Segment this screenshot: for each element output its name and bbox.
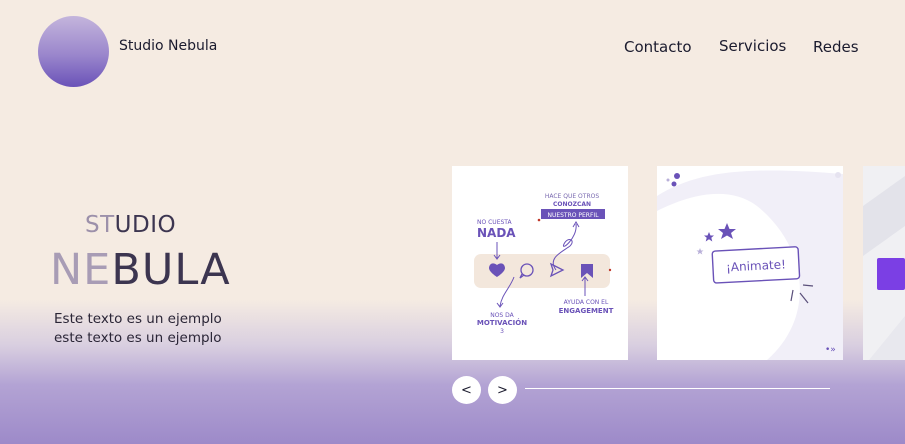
star-icon-small <box>704 232 714 242</box>
hero-description: Este texto es un ejemplo este texto es u… <box>54 310 222 348</box>
hero-desc-line-2: este texto es un ejemplo <box>54 330 222 346</box>
card1-hace-3: NUESTRO PERFIL <box>547 212 599 219</box>
card1-illustration: NO CUESTA NADA HACE QUE OTROS CONOZCAN N… <box>474 193 614 335</box>
hero-studio-part-a: ST <box>85 212 115 238</box>
carousel-card-2[interactable]: ¡Animate! •» <box>657 166 843 360</box>
brand-name[interactable]: Studio Nebula <box>119 38 217 54</box>
card1-hace-1: HACE QUE OTROS <box>545 193 599 200</box>
hero-nebula-title: NEBULA <box>50 245 231 295</box>
hero-nebula-part-a: NE <box>50 245 112 295</box>
star-icon-large <box>718 223 736 239</box>
card1-nos-1: NOS DA <box>490 312 514 319</box>
carousel-prev-button[interactable]: < <box>452 376 481 404</box>
hero-studio-part-b: UDIO <box>114 212 177 238</box>
card3-illustration <box>863 166 905 360</box>
carousel-card-1[interactable]: NO CUESTA NADA HACE QUE OTROS CONOZCAN N… <box>452 166 628 360</box>
card1-nada: NADA <box>477 226 516 240</box>
nav-redes[interactable]: Redes <box>813 38 859 56</box>
card1-no-cuesta: NO CUESTA <box>477 219 512 226</box>
carousel-card-3[interactable] <box>863 166 905 360</box>
card1-nos-2: MOTIVACIÓN <box>477 318 527 327</box>
carousel-next-button[interactable]: > <box>488 376 517 404</box>
hero-studio-title: STUDIO <box>85 212 176 238</box>
nav-servicios[interactable]: Servicios <box>719 37 786 55</box>
card1-nos-3: 3 <box>500 328 504 335</box>
card2-corner-mark: •» <box>825 345 836 355</box>
hero-desc-line-1: Este texto es un ejemplo <box>54 311 222 327</box>
hero-nebula-part-b: BULA <box>111 245 231 295</box>
card1-hace-2: CONOZCAN <box>553 201 591 208</box>
logo-circle[interactable] <box>38 16 109 87</box>
nav-contacto[interactable]: Contacto <box>624 38 692 56</box>
card1-ayuda-1: AYUDA CON EL <box>564 299 609 306</box>
card2-animate-button: ¡Animate! <box>711 246 801 284</box>
card2-illustration: ¡Animate! •» <box>657 170 843 360</box>
card1-dot <box>537 218 541 222</box>
carousel-progress-track[interactable] <box>525 388 830 389</box>
card3-purple-block <box>877 258 905 290</box>
card1-ayuda-2: ENGAGEMENT <box>559 307 614 315</box>
